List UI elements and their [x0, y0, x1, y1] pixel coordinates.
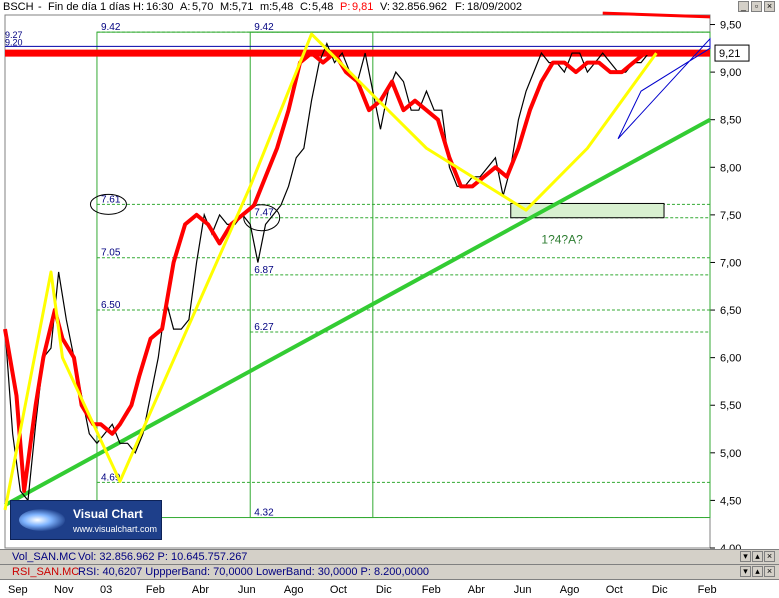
rsi-panel-down-button[interactable]: ▾ — [740, 566, 751, 577]
volume-panel-close-button[interactable]: × — [764, 551, 775, 562]
fib-level-label: 4.32 — [254, 508, 274, 519]
fib-level-label: 6.87 — [254, 265, 274, 276]
x-tick-label: Feb — [697, 584, 717, 596]
fib-level-label: 6.27 — [254, 322, 274, 333]
volume-panel[interactable]: Vol_SAN.MC Vol: 32.856.962 P: 10.645.757… — [0, 549, 779, 564]
y-tick-label: 8,00 — [720, 162, 741, 174]
x-tick-label: Jun — [237, 584, 256, 596]
y-tick-label: 6,00 — [720, 353, 741, 365]
y-tick-label: 6,50 — [720, 305, 741, 317]
fib-level-label: 7.05 — [101, 248, 121, 259]
logo-swoosh-icon — [19, 509, 65, 531]
x-tick-label: Feb — [421, 584, 441, 596]
x-tick-label: Oct — [605, 584, 623, 596]
price-chart[interactable]: 9,50 9,00 8,50 8,00 7,50 7,00 6,50 6,00 5,50 5,00… — [0, 0, 779, 550]
logo-url: www.visualchart.com — [73, 524, 158, 534]
volume-panel-up-button[interactable]: ▴ — [752, 551, 763, 562]
x-tick-label: Nov — [53, 584, 74, 596]
x-tick-label: Feb — [145, 584, 165, 596]
volume-fields: Vol: 32.856.962 P: 10.645.757.267 — [78, 551, 248, 563]
rsi-label: RSI_SAN.MC — [12, 566, 80, 578]
x-tick-label: Dic — [375, 584, 392, 596]
y-tick-label: 7,00 — [720, 257, 741, 269]
time-axis: Sep Nov 03 Feb Abr Jun Ago Oct Dic Feb Abr Jun Ago Oc… — [0, 579, 779, 598]
x-tick-label: Sep — [8, 584, 28, 596]
y-tick-label: 9,50 — [720, 20, 741, 32]
y-tick-label: 9,00 — [720, 67, 741, 79]
visual-chart-logo: Visual Chart www.visualchart.com — [10, 500, 162, 540]
rsi-panel-up-button[interactable]: ▴ — [752, 566, 763, 577]
x-tick-label: Dic — [651, 584, 668, 596]
y-tick-label: 5,50 — [720, 400, 741, 412]
volume-panel-down-button[interactable]: ▾ — [740, 551, 751, 562]
y-tick-label: 4,50 — [720, 495, 741, 507]
y-tick-label: 7,50 — [720, 210, 741, 222]
x-tick-label: Ago — [283, 584, 304, 596]
fib-level-label: 9.42 — [101, 22, 121, 33]
x-tick-label: Ago — [559, 584, 580, 596]
x-tick-label: Abr — [467, 584, 485, 596]
x-tick-label: Abr — [191, 584, 210, 596]
x-tick-label: Jun — [513, 584, 532, 596]
logo-brand: Visual Chart — [73, 507, 143, 521]
rsi-fields: RSI: 40,6207 UppperBand: 70,0000 LowerBa… — [78, 566, 430, 578]
x-tick-label: Oct — [329, 584, 347, 596]
rsi-panel-close-button[interactable]: × — [764, 566, 775, 577]
x-tick-label: 03 — [99, 584, 113, 596]
fib-level-label: 6.50 — [101, 300, 121, 311]
plot-area — [4, 14, 711, 549]
wave-annotation: 1?4?A? — [541, 232, 583, 246]
resistance-value-label: 9,21 — [719, 48, 740, 60]
y-tick-label: 5,00 — [720, 448, 741, 460]
rsi-panel[interactable]: RSI_SAN.MC RSI: 40,6207 UppperBand: 70,0… — [0, 564, 779, 579]
fib-level-label: 9.42 — [254, 22, 274, 33]
chart-window: BSCH - Fin de día 1 días H: 16:30 A: 5,7… — [0, 0, 779, 598]
y-tick-label: 8,50 — [720, 115, 741, 127]
volume-label: Vol_SAN.MC — [12, 551, 77, 563]
